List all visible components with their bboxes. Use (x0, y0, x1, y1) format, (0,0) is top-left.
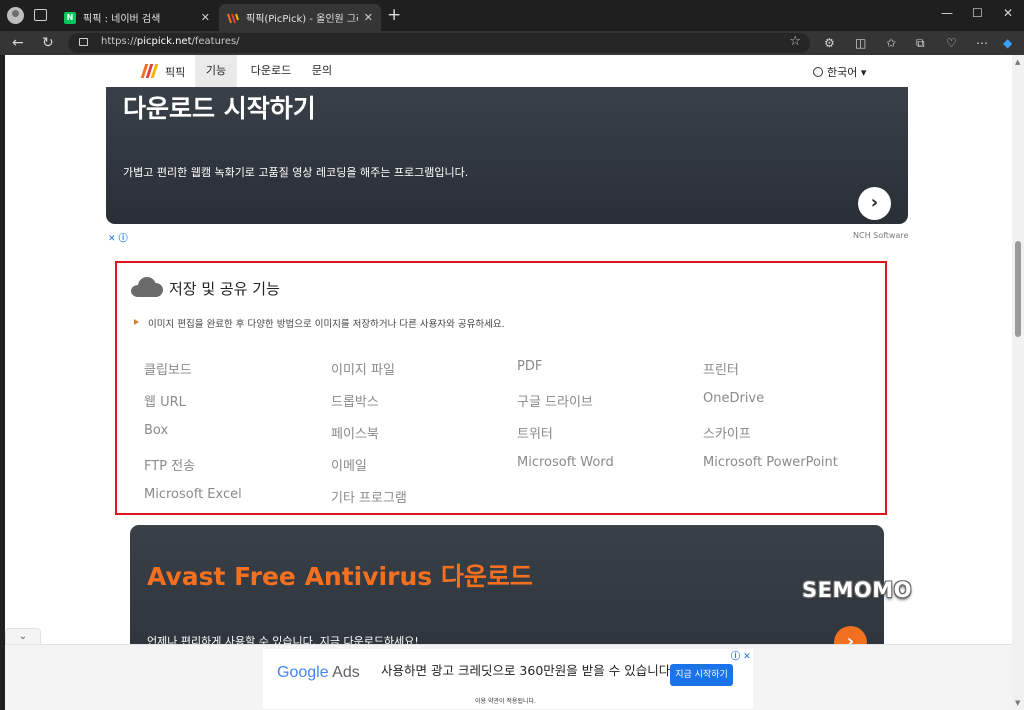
bullet-arrow-icon (134, 319, 139, 325)
maximize-icon[interactable]: ☐ (972, 6, 983, 20)
caret-down-icon: ▾ (860, 66, 867, 79)
option-email: 이메일 (331, 459, 367, 474)
tab-title: 픽픽(PicPick) - 올인원 그래픽 디자인 (246, 14, 358, 25)
tab-strip: N 픽픽 : 네이버 검색 ✕ 픽픽(PicPick) - 올인원 그래픽 디자… (0, 0, 1024, 31)
google-ads-banner[interactable]: Google Ads 사용하면 광고 크레딧으로 360만원을 받을 수 있습니… (263, 649, 753, 709)
option-skype: 스카이프 (703, 427, 751, 442)
ad-card-webcam[interactable]: 다운로드 시작하기 가볍고 편리한 웹캠 녹화기로 고품질 영상 레코딩을 해주… (106, 87, 908, 224)
google-ads-logo: Google Ads (277, 664, 360, 681)
tab-actions-icon[interactable] (34, 9, 47, 21)
page-scrollbar[interactable]: ▲ ▼ (1012, 55, 1024, 710)
collapse-ad-button[interactable]: ⌄ (5, 628, 41, 645)
ad-arrow-button[interactable]: › (858, 187, 891, 220)
browser-toolbar: ← ↻ https://picpick.net/features/ ☆ ⚙ ◫ … (0, 31, 1024, 55)
more-menu-icon[interactable]: ⋯ (976, 35, 988, 51)
site-navbar: 픽픽 기능 다운로드 문의 한국어 ▾ (5, 55, 1012, 87)
option-google-drive: 구글 드라이브 (517, 395, 593, 410)
close-tab-icon[interactable]: ✕ (364, 11, 373, 24)
back-icon[interactable]: ← (12, 34, 24, 52)
extensions-icon[interactable]: ⚙ (824, 35, 835, 51)
ad-terms: 이용 약관이 적용됩니다. (475, 698, 536, 705)
option-ms-excel: Microsoft Excel (144, 487, 242, 502)
option-printer: 프린터 (703, 363, 739, 378)
copilot-icon[interactable]: ◆ (1003, 35, 1012, 51)
scroll-down-icon[interactable]: ▼ (1015, 699, 1020, 707)
favorites-icon[interactable]: ✩ (886, 35, 896, 51)
profile-avatar[interactable] (7, 7, 24, 24)
panel-title: 저장 및 공유 기능 (169, 280, 280, 298)
option-other-programs: 기타 프로그램 (331, 491, 407, 506)
close-tab-icon[interactable]: ✕ (201, 11, 210, 24)
option-ftp: FTP 전송 (144, 459, 196, 474)
option-ms-powerpoint: Microsoft PowerPoint (703, 455, 838, 470)
option-web-url: 웹 URL (144, 395, 186, 410)
start-now-button[interactable]: 지금 시작하기 (670, 664, 733, 686)
option-dropbox: 드롭박스 (331, 395, 379, 410)
cloud-icon (131, 277, 163, 297)
save-share-panel: 저장 및 공유 기능 이미지 편집을 완료한 후 다양한 방법으로 이미지를 저… (115, 261, 887, 515)
scrollbar-thumb[interactable] (1015, 241, 1021, 337)
favorite-star-icon[interactable]: ☆ (789, 34, 801, 49)
option-twitter: 트위터 (517, 427, 553, 442)
ad-description: 가볍고 편리한 웹캠 녹화기로 고품질 영상 레코딩을 해주는 프로그램입니다. (123, 166, 469, 179)
lock-icon (79, 38, 88, 46)
panel-description: 이미지 편집을 완료한 후 다양한 방법으로 이미지를 저장하거나 다른 사용자… (148, 319, 505, 330)
option-clipboard: 클립보드 (144, 363, 192, 378)
tab-title: 픽픽 : 네이버 검색 (83, 14, 161, 25)
option-image-file: 이미지 파일 (331, 363, 395, 378)
url-text[interactable]: https://picpick.net/features/ (101, 36, 240, 47)
picpick-icon (227, 11, 239, 24)
option-pdf: PDF (517, 359, 543, 374)
minimize-icon[interactable]: — (941, 6, 953, 20)
site-brand[interactable]: 픽픽 (165, 64, 185, 80)
ad-close-icon[interactable]: ⓘ ✕ (731, 649, 751, 662)
refresh-icon[interactable]: ↻ (42, 34, 54, 52)
page-viewport: 픽픽 기능 다운로드 문의 한국어 ▾ 다운로드 시작하기 가볍고 편리한 웹캠… (5, 55, 1012, 710)
ad-title: Avast Free Antivirus 다운로드 (147, 562, 533, 591)
ad-choices-icon[interactable]: ✕ ⓘ (108, 231, 128, 244)
browser-window: N 픽픽 : 네이버 검색 ✕ 픽픽(PicPick) - 올인원 그래픽 디자… (0, 0, 1024, 710)
ad-title: 다운로드 시작하기 (123, 94, 316, 123)
ad-source[interactable]: NCH Software (853, 231, 908, 240)
nav-download[interactable]: 다운로드 (245, 55, 297, 87)
browser-essentials-icon[interactable]: ♡ (946, 35, 957, 51)
nav-contact[interactable]: 문의 (305, 55, 339, 87)
new-tab-icon[interactable]: + (387, 5, 401, 25)
language-select[interactable]: 한국어 ▾ (813, 64, 866, 80)
globe-icon (813, 67, 823, 77)
ad-message: 사용하면 광고 크레딧으로 360만원을 받을 수 있습니다. (381, 663, 675, 678)
scroll-up-icon[interactable]: ▲ (1015, 58, 1020, 66)
close-window-icon[interactable]: ✕ (1003, 6, 1013, 20)
option-ms-word: Microsoft Word (517, 455, 614, 470)
naver-icon: N (64, 11, 76, 24)
watermark: SEMOMO (802, 578, 912, 602)
collections-icon[interactable]: ⧉ (916, 35, 925, 51)
bottom-ad-banner: Google Ads 사용하면 광고 크레딧으로 360만원을 받을 수 있습니… (5, 644, 1012, 710)
option-box: Box (144, 423, 169, 438)
picpick-logo-icon[interactable] (140, 63, 159, 79)
option-onedrive: OneDrive (703, 391, 765, 406)
split-screen-icon[interactable]: ◫ (855, 35, 866, 51)
tab-naver-search[interactable]: N 픽픽 : 네이버 검색 ✕ (56, 4, 218, 31)
nav-features[interactable]: 기능 (195, 55, 237, 87)
address-bar[interactable]: https://picpick.net/features/ ☆ (68, 33, 810, 53)
option-facebook: 페이스북 (331, 427, 379, 442)
tab-picpick[interactable]: 픽픽(PicPick) - 올인원 그래픽 디자인 ✕ (219, 4, 381, 31)
